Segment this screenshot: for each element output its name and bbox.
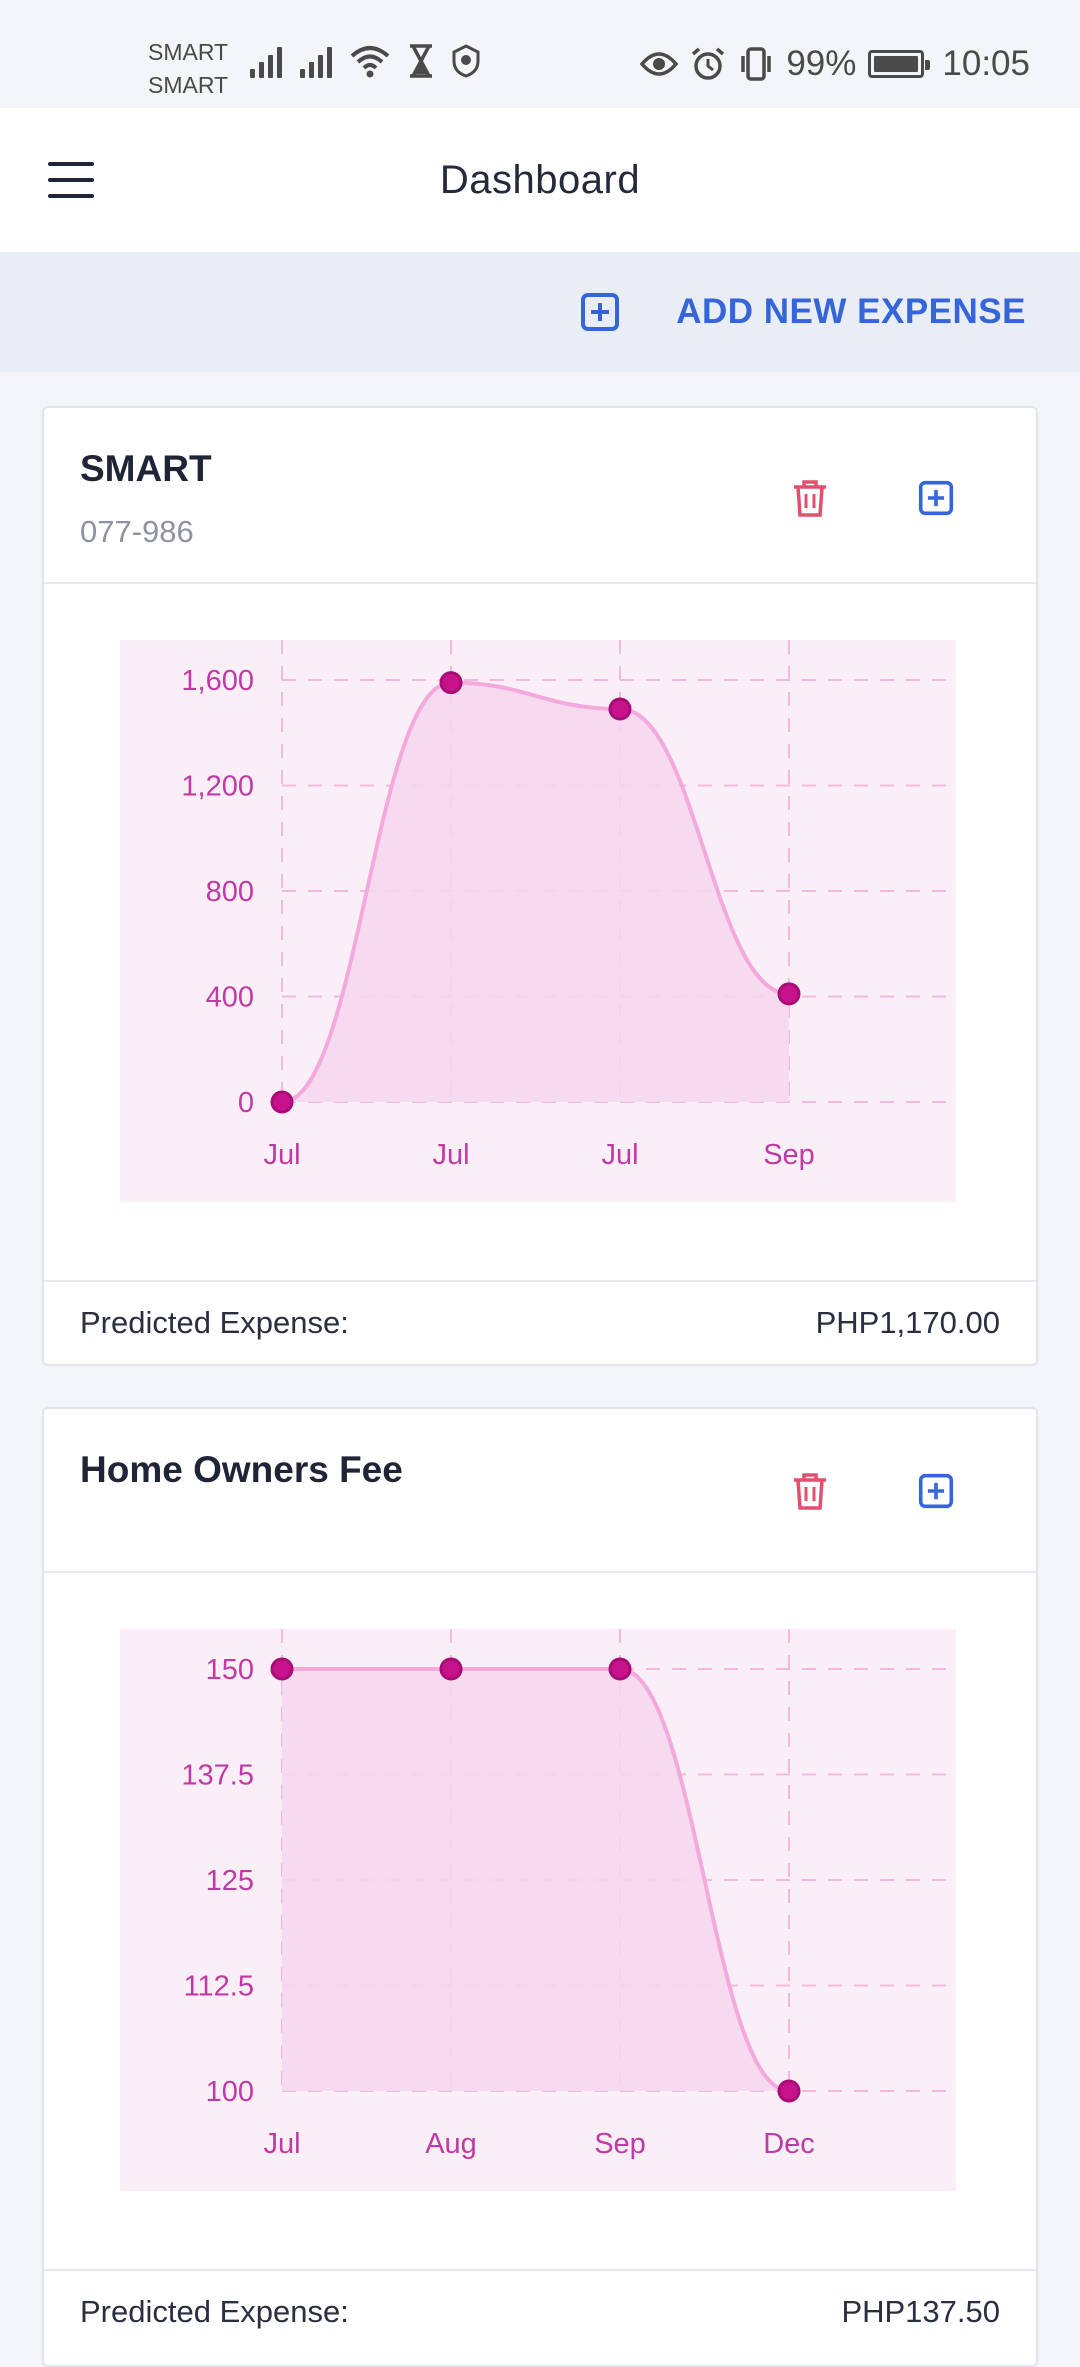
- x-tick-label: Jul: [263, 1139, 300, 1171]
- card-header: SMART 077-986: [44, 408, 1036, 584]
- chart-data-point: [608, 697, 632, 721]
- delete-button[interactable]: [780, 1461, 840, 1521]
- x-tick-label: Jul: [601, 1139, 638, 1171]
- plus-square-icon: [581, 293, 620, 331]
- app-bar: Dashboard: [0, 108, 1080, 252]
- card-title: Home Owners Fee: [80, 1449, 403, 1490]
- signal-icon: [250, 44, 282, 78]
- trash-icon: [794, 1473, 826, 1510]
- add-new-expense-button[interactable]: ADD NEW EXPENSE: [580, 282, 1026, 342]
- chart-data-point: [439, 671, 463, 695]
- alarm-icon: [692, 47, 725, 80]
- signal-icon: [300, 44, 332, 78]
- add-entry-button[interactable]: [906, 468, 966, 528]
- status-bar: SMART SMART 99% 10:05: [0, 0, 1080, 108]
- delete-button[interactable]: [780, 468, 840, 528]
- carrier-1: SMART: [148, 39, 229, 65]
- card-subtitle: 077-986: [80, 514, 194, 549]
- wifi-icon: [350, 46, 390, 78]
- expense-chart: 100 112.5 125 137.5 150 Jul Aug Sep Dec: [120, 1629, 956, 2191]
- y-tick-label: 0: [238, 1087, 254, 1119]
- card-chart-area: 100 112.5 125 137.5 150 Jul Aug Sep Dec: [44, 1573, 1036, 2271]
- y-tick-label: 800: [206, 876, 254, 908]
- status-icons-right: 99% 10:05: [640, 44, 1030, 84]
- trash-icon: [794, 480, 826, 517]
- card-footer: Predicted Expense: PHP1,170.00: [44, 1282, 1036, 1364]
- add-entry-button[interactable]: [906, 1461, 966, 1521]
- status-icons-left: [250, 44, 480, 78]
- predicted-expense-value: PHP1,170.00: [815, 1305, 1000, 1340]
- chart-data-point: [608, 1657, 632, 1681]
- action-bar: ADD NEW EXPENSE: [0, 252, 1080, 372]
- expense-card: Home Owners Fee 100 112.5 125 137.5 150 Jul Au…: [42, 1407, 1038, 2367]
- chart-data-point: [777, 982, 801, 1006]
- y-tick-label: 1,200: [181, 771, 254, 803]
- chart-data-point: [439, 1657, 463, 1681]
- card-title: SMART: [80, 448, 212, 489]
- add-new-expense-label: ADD NEW EXPENSE: [676, 292, 1026, 331]
- hourglass-icon: [410, 44, 432, 78]
- x-tick-label: Sep: [763, 1139, 815, 1171]
- predicted-expense-label: Predicted Expense:: [80, 2294, 349, 2329]
- y-tick-label: 1,600: [181, 665, 254, 697]
- expense-chart: 0 400 800 1,200 1,600 Jul Jul Jul Sep: [120, 640, 956, 1202]
- predicted-expense-value: PHP137.50: [841, 2294, 1000, 2329]
- page-title: Dashboard: [439, 157, 641, 202]
- y-tick-label: 400: [206, 982, 254, 1014]
- y-tick-label: 112.5: [184, 1971, 254, 2003]
- x-tick-label: Jul: [432, 1139, 469, 1171]
- y-tick-label: 100: [206, 2076, 254, 2108]
- y-tick-label: 150: [206, 1654, 254, 1686]
- carrier-names: SMART SMART: [148, 36, 228, 102]
- x-tick-label: Jul: [263, 2128, 300, 2160]
- card-header: Home Owners Fee: [44, 1409, 1036, 1573]
- chart-data-point: [777, 2079, 801, 2103]
- expense-card: SMART 077-986 0 400 800 1,200 1,600 Jul Jul Jul…: [42, 406, 1038, 1366]
- battery-icon: [868, 50, 931, 78]
- x-tick-label: Aug: [425, 2128, 477, 2160]
- vpn-icon: [452, 44, 480, 78]
- battery-percent: 99%: [786, 44, 857, 83]
- eye-icon: [640, 52, 679, 76]
- card-chart-area: 0 400 800 1,200 1,600 Jul Jul Jul Sep: [44, 584, 1036, 1282]
- plus-square-icon: [918, 480, 954, 516]
- carrier-2: SMART: [148, 72, 229, 98]
- predicted-expense-label: Predicted Expense:: [80, 1305, 349, 1340]
- hamburger-menu-icon[interactable]: [48, 162, 94, 198]
- clock: 10:05: [942, 44, 1030, 83]
- chart-data-point: [270, 1657, 294, 1681]
- chart-data-point: [270, 1090, 294, 1114]
- vibrate-icon: [741, 47, 772, 81]
- y-tick-label: 125: [206, 1865, 254, 1897]
- x-tick-label: Dec: [763, 2128, 815, 2160]
- x-tick-label: Sep: [594, 2128, 646, 2160]
- card-footer: Predicted Expense: PHP137.50: [44, 2271, 1036, 2353]
- y-tick-label: 137.5: [181, 1760, 254, 1792]
- plus-square-icon: [918, 1473, 954, 1509]
